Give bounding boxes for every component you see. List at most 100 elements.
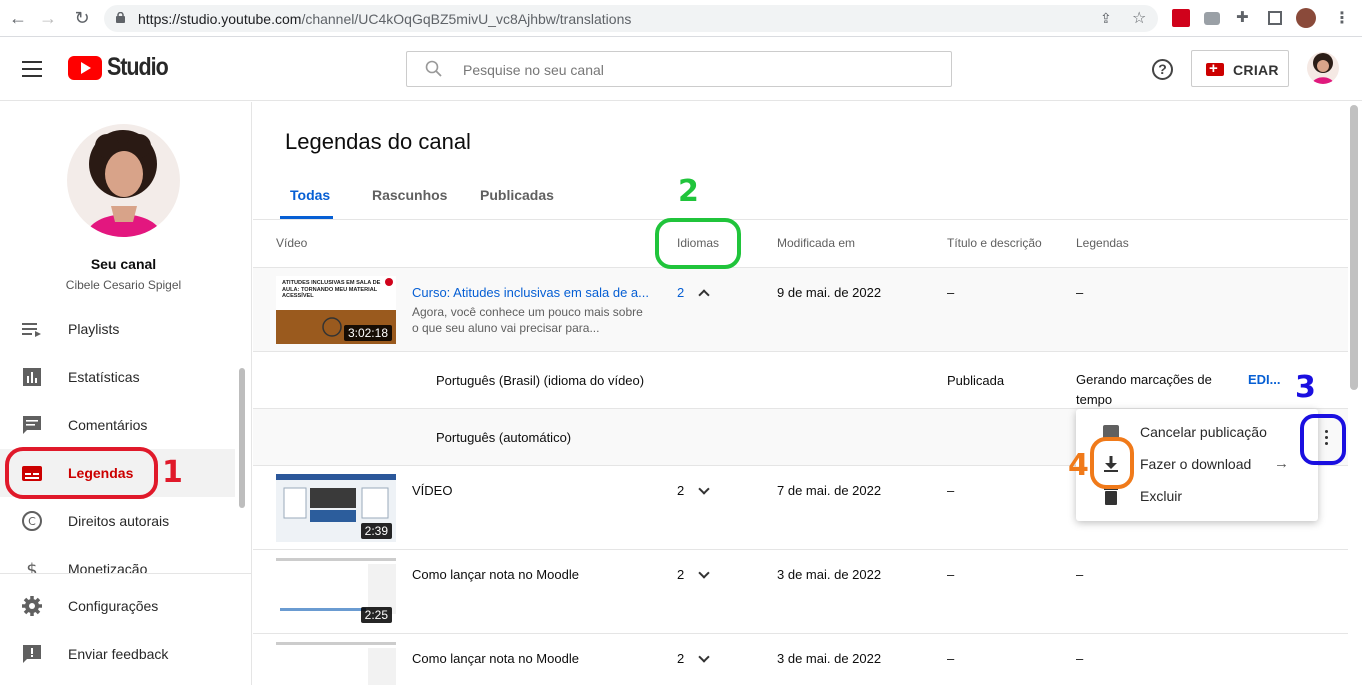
video-title[interactable]: Como lançar nota no Moodle xyxy=(412,567,579,582)
browser-toolbar: ← → ↻ https://studio.youtube.com/channel… xyxy=(0,0,1362,37)
language-count[interactable]: 2 xyxy=(677,285,684,300)
subtitles-status: – xyxy=(1076,285,1084,300)
profile-avatar[interactable] xyxy=(1296,8,1316,28)
video-title-link[interactable]: Curso: Atitudes inclusivas em sala de a.… xyxy=(412,285,649,300)
annotation-ring-1 xyxy=(5,447,158,499)
studio-logo-text[interactable]: Studio xyxy=(107,53,169,82)
account-avatar[interactable] xyxy=(1307,52,1339,84)
language-count[interactable]: 2 xyxy=(677,567,684,582)
back-icon[interactable]: ← xyxy=(8,9,28,27)
chevron-down-icon[interactable] xyxy=(698,567,710,579)
reload-icon[interactable]: ↻ xyxy=(72,9,92,27)
url-text: https://studio.youtube.com/channel/UC4kO… xyxy=(138,11,631,27)
video-duration: 2:39 xyxy=(360,523,392,539)
tab-all[interactable]: Todas xyxy=(290,187,330,203)
sidebar-item-playlists[interactable]: Playlists xyxy=(0,305,235,353)
modified-date: 7 de mai. de 2022 xyxy=(777,483,882,498)
star-icon[interactable]: ☆ xyxy=(1132,8,1146,28)
edit-button[interactable]: EDI... xyxy=(1248,372,1281,387)
help-icon[interactable]: ? xyxy=(1152,59,1173,80)
subtitles-status: Gerando marcações de tempo xyxy=(1076,372,1212,407)
modified-date: 3 de mai. de 2022 xyxy=(777,651,882,666)
search-box[interactable]: Pesquise no seu canal xyxy=(406,51,952,87)
video-title[interactable]: Como lançar nota no Moodle xyxy=(412,651,579,666)
annotation-number-3: 3 xyxy=(1295,370,1316,405)
comments-icon xyxy=(23,416,41,434)
video-description: Agora, você conhece um pouco mais sobre … xyxy=(412,305,643,335)
title-description-status: – xyxy=(947,285,955,300)
video-thumbnail[interactable] xyxy=(276,642,396,685)
lock-icon xyxy=(116,12,125,23)
channel-avatar[interactable] xyxy=(67,124,180,237)
copyright-icon: C xyxy=(22,511,42,531)
annotation-number-1: 1 xyxy=(162,455,183,490)
analytics-icon xyxy=(23,368,41,386)
column-header-modified[interactable]: Modificada em xyxy=(777,236,855,250)
sidebar-scrollbar[interactable] xyxy=(239,368,245,508)
youtube-logo[interactable] xyxy=(68,56,102,80)
studio-header: Studio Pesquise no seu canal ? CRIAR xyxy=(0,37,1362,101)
create-button[interactable]: CRIAR xyxy=(1191,50,1289,87)
sidebar-footer: Configurações Enviar feedback xyxy=(0,573,251,685)
divider xyxy=(253,549,1348,550)
extension-icon[interactable] xyxy=(1172,9,1190,27)
sidebar-item-label: Configurações xyxy=(68,598,159,614)
channel-name: Cibele Cesario Spigel xyxy=(65,278,182,292)
main-scrollbar[interactable] xyxy=(1350,105,1358,390)
subtitles-status: – xyxy=(1076,567,1084,582)
language-count[interactable]: 2 xyxy=(677,651,684,666)
puzzle-icon[interactable]: ✚ xyxy=(1236,8,1254,26)
annotation-ring-4 xyxy=(1090,437,1134,489)
sidebar-item-analytics[interactable]: Estatísticas xyxy=(0,353,235,401)
trash-icon xyxy=(1104,488,1118,505)
modified-date: 9 de mai. de 2022 xyxy=(777,285,882,300)
sidepanel-icon[interactable] xyxy=(1268,11,1282,25)
search-input[interactable]: Pesquise no seu canal xyxy=(463,62,604,78)
video-add-icon xyxy=(1206,60,1224,77)
video-thumbnail[interactable]: ATITUDES INCLUSIVAS EM SALA DE AULA: TOR… xyxy=(276,276,396,344)
camera-icon[interactable] xyxy=(1204,12,1220,25)
sidebar-item-feedback[interactable]: Enviar feedback xyxy=(0,630,235,678)
address-bar[interactable]: https://studio.youtube.com/channel/UC4kO… xyxy=(104,5,1158,32)
hamburger-icon[interactable] xyxy=(22,61,42,82)
video-thumbnail[interactable]: 2:39 xyxy=(276,474,396,542)
sidebar-item-comments[interactable]: Comentários xyxy=(0,401,235,449)
sidebar-item-label: Estatísticas xyxy=(68,369,140,385)
divider xyxy=(253,219,1348,220)
sidebar-item-label: Enviar feedback xyxy=(68,646,169,662)
sidebar-item-copyright[interactable]: C Direitos autorais xyxy=(0,497,235,545)
language-count[interactable]: 2 xyxy=(677,483,684,498)
video-title[interactable]: VÍDEO xyxy=(412,483,452,498)
gear-icon xyxy=(22,596,42,616)
playlists-icon xyxy=(22,323,41,337)
url-path: /channel/UC4kOqGqBZ5mivU_vc8Ajhbw/transl… xyxy=(301,11,632,27)
channel-title: Seu canal xyxy=(90,256,157,272)
more-vert-icon[interactable]: ⋮ xyxy=(1334,8,1352,27)
main-content: Legendas do canal Todas Rascunhos Public… xyxy=(253,102,1348,685)
thumbnail-text: ATITUDES INCLUSIVAS EM SALA DE AULA: TOR… xyxy=(282,280,381,299)
subtitles-status: – xyxy=(1076,651,1084,666)
annotation-ring-3 xyxy=(1300,414,1346,465)
menu-item-label: Fazer o download xyxy=(1140,456,1252,472)
video-thumbnail[interactable]: 2:25 xyxy=(276,558,396,626)
title-description-status: Publicada xyxy=(947,373,1005,388)
chevron-down-icon[interactable] xyxy=(698,651,710,663)
sidebar-item-settings[interactable]: Configurações xyxy=(0,582,235,630)
divider xyxy=(253,633,1348,634)
language-name: Português (Brasil) (idioma do vídeo) xyxy=(436,373,645,388)
page-title: Legendas do canal xyxy=(285,129,471,154)
annotation-ring-2 xyxy=(655,218,741,269)
title-description-status: – xyxy=(947,651,955,666)
video-duration: 2:25 xyxy=(360,607,392,623)
tab-drafts[interactable]: Rascunhos xyxy=(372,187,447,203)
chevron-down-icon[interactable] xyxy=(698,483,710,495)
annotation-number-4: 4 xyxy=(1068,448,1089,483)
menu-item-label: Excluir xyxy=(1140,488,1183,504)
forward-icon[interactable]: → xyxy=(38,9,58,27)
share-icon[interactable]: ⇪ xyxy=(1100,10,1112,27)
arrow-right-icon: → xyxy=(1274,455,1289,472)
sidebar-item-label: Comentários xyxy=(68,417,148,433)
divider xyxy=(253,351,1348,352)
title-description-status: – xyxy=(947,483,955,498)
tab-published[interactable]: Publicadas xyxy=(480,187,554,203)
